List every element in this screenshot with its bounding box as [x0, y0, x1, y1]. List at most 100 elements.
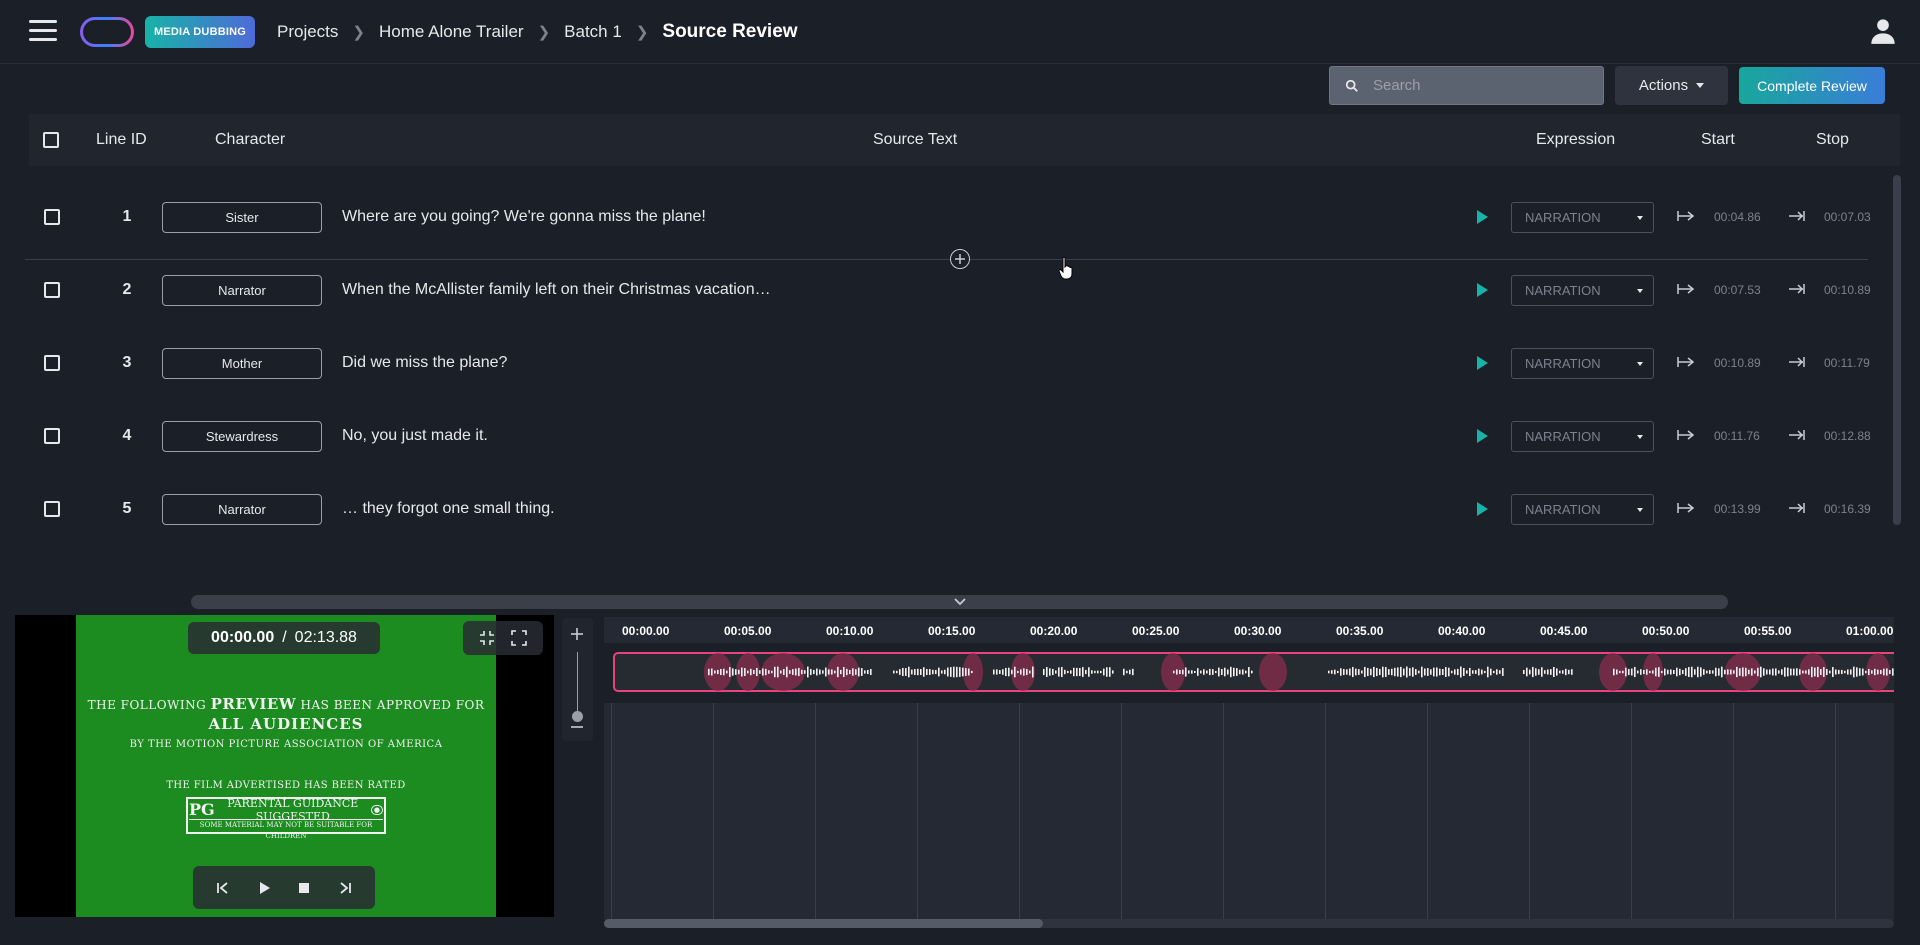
expression-select[interactable]: NARRATION: [1511, 494, 1654, 525]
set-start-icon[interactable]: [1677, 428, 1695, 442]
play-line-icon[interactable]: [1477, 502, 1488, 516]
waveform-bar: [996, 669, 998, 675]
set-start-icon[interactable]: [1677, 282, 1695, 296]
set-start-icon[interactable]: [1677, 209, 1695, 223]
zoom-slider-track[interactable]: [577, 652, 578, 715]
play-line-icon[interactable]: [1477, 356, 1488, 370]
user-icon[interactable]: [1869, 17, 1897, 45]
timeline-scrollbar[interactable]: [604, 919, 1894, 928]
stop-time[interactable]: 00:16.39: [1824, 472, 1871, 526]
play-line-icon[interactable]: [1477, 283, 1488, 297]
zoom-in-icon[interactable]: [568, 625, 586, 643]
skip-forward-icon[interactable]: [337, 880, 353, 896]
stop-time[interactable]: 00:10.89: [1824, 253, 1871, 326]
exit-fullscreen-icon[interactable]: [479, 630, 495, 646]
zoom-out-icon[interactable]: [568, 718, 586, 736]
waveform-bar: [834, 670, 836, 674]
start-time[interactable]: 00:13.99: [1714, 472, 1761, 526]
character-button[interactable]: Mother: [162, 348, 322, 379]
stop-time[interactable]: 00:12.88: [1824, 399, 1871, 472]
table-scrollbar[interactable]: [1893, 175, 1901, 525]
breadcrumb-projects[interactable]: Projects: [277, 22, 338, 42]
source-text[interactable]: Where are you going? We're gonna miss th…: [342, 180, 706, 253]
timeline[interactable]: 00:00.00 00:05.00 00:10.00 00:15.00 00:20.00…: [604, 617, 1894, 920]
start-time[interactable]: 00:11.76: [1714, 399, 1760, 472]
stop-time[interactable]: 00:07.03: [1824, 180, 1871, 253]
chevron-down-icon[interactable]: [954, 597, 966, 607]
scrollbar-thumb[interactable]: [604, 919, 1043, 928]
timeline-tick-label: 00:20.00: [1030, 624, 1078, 638]
source-text[interactable]: … they forgot one small thing.: [342, 472, 555, 526]
expression-select[interactable]: NARRATION: [1511, 275, 1654, 306]
waveform-bar: [765, 668, 767, 676]
row-checkbox[interactable]: [44, 209, 60, 225]
header-character[interactable]: Character: [215, 114, 285, 166]
waveform-bar: [1640, 669, 1642, 675]
waveform-bar: [1129, 669, 1131, 675]
set-start-icon[interactable]: [1677, 355, 1695, 369]
source-text[interactable]: Did we miss the plane?: [342, 326, 507, 399]
play-line-icon[interactable]: [1477, 210, 1488, 224]
waveform-bar: [999, 670, 1001, 674]
set-start-icon[interactable]: [1677, 501, 1695, 515]
search-input[interactable]: [1373, 77, 1593, 94]
insert-line-button[interactable]: [950, 249, 970, 269]
actions-dropdown-button[interactable]: Actions: [1615, 66, 1728, 105]
set-stop-icon[interactable]: [1788, 209, 1806, 223]
header-expression[interactable]: Expression: [1536, 114, 1615, 166]
waveform-bar: [1052, 668, 1054, 676]
character-button[interactable]: Narrator: [162, 494, 322, 525]
waveform-bar: [711, 668, 713, 676]
play-icon[interactable]: [256, 880, 272, 896]
header-start[interactable]: Start: [1701, 114, 1735, 166]
fullscreen-icon[interactable]: [511, 630, 527, 646]
expression-select[interactable]: NARRATION: [1511, 202, 1654, 233]
set-stop-icon[interactable]: [1788, 501, 1806, 515]
header-source-text[interactable]: Source Text: [873, 114, 957, 166]
header-line-id[interactable]: Line ID: [96, 114, 147, 166]
header-stop[interactable]: Stop: [1816, 114, 1849, 166]
expression-select[interactable]: NARRATION: [1511, 421, 1654, 452]
breadcrumb-batch[interactable]: Batch 1: [564, 22, 622, 42]
play-line-icon[interactable]: [1477, 429, 1488, 443]
skip-back-icon[interactable]: [215, 880, 231, 896]
character-button[interactable]: Narrator: [162, 275, 322, 306]
start-time[interactable]: 00:07.53: [1714, 253, 1761, 326]
waveform-bar: [1349, 668, 1351, 676]
breadcrumb-project[interactable]: Home Alone Trailer: [379, 22, 524, 42]
timeline-tick-label: 00:00.00: [622, 624, 670, 638]
set-stop-icon[interactable]: [1788, 282, 1806, 296]
waveform-bar: [864, 670, 866, 674]
start-time[interactable]: 00:10.89: [1714, 326, 1761, 399]
set-stop-icon[interactable]: [1788, 428, 1806, 442]
scrollbar-thumb[interactable]: [1893, 175, 1901, 525]
waveform-bar: [1185, 667, 1187, 677]
source-text[interactable]: When the McAllister family left on their…: [342, 253, 771, 326]
waveform-bar: [1328, 670, 1330, 674]
breadcrumb: Projects ❯ Home Alone Trailer ❯ Batch 1 …: [277, 0, 798, 64]
row-checkbox[interactable]: [44, 501, 60, 517]
row-checkbox[interactable]: [44, 282, 60, 298]
expression-select[interactable]: NARRATION: [1511, 348, 1654, 379]
stop-icon[interactable]: [296, 880, 312, 896]
waveform-bar: [1212, 669, 1214, 675]
waveform-bar: [1484, 670, 1486, 674]
menu-icon[interactable]: [29, 20, 57, 44]
set-stop-icon[interactable]: [1788, 355, 1806, 369]
row-checkbox[interactable]: [44, 355, 60, 371]
waveform-bar: [1646, 669, 1648, 675]
waveform-bar: [1412, 667, 1414, 677]
row-checkbox[interactable]: [44, 428, 60, 444]
select-all-checkbox[interactable]: [43, 132, 59, 148]
waveform-bar: [789, 670, 791, 674]
waveform-bar: [1394, 667, 1396, 677]
source-text[interactable]: No, you just made it.: [342, 399, 488, 472]
start-time[interactable]: 00:04.86: [1714, 180, 1761, 253]
character-button[interactable]: Stewardress: [162, 421, 322, 452]
complete-review-button[interactable]: Complete Review: [1739, 67, 1885, 104]
character-button[interactable]: Sister: [162, 202, 322, 233]
app-logo[interactable]: [80, 17, 134, 47]
stop-time[interactable]: 00:11.79: [1824, 326, 1870, 399]
timeline-ruler[interactable]: 00:00.00 00:05.00 00:10.00 00:15.00 00:20.00…: [604, 617, 1894, 643]
waveform-bar: [708, 668, 710, 676]
